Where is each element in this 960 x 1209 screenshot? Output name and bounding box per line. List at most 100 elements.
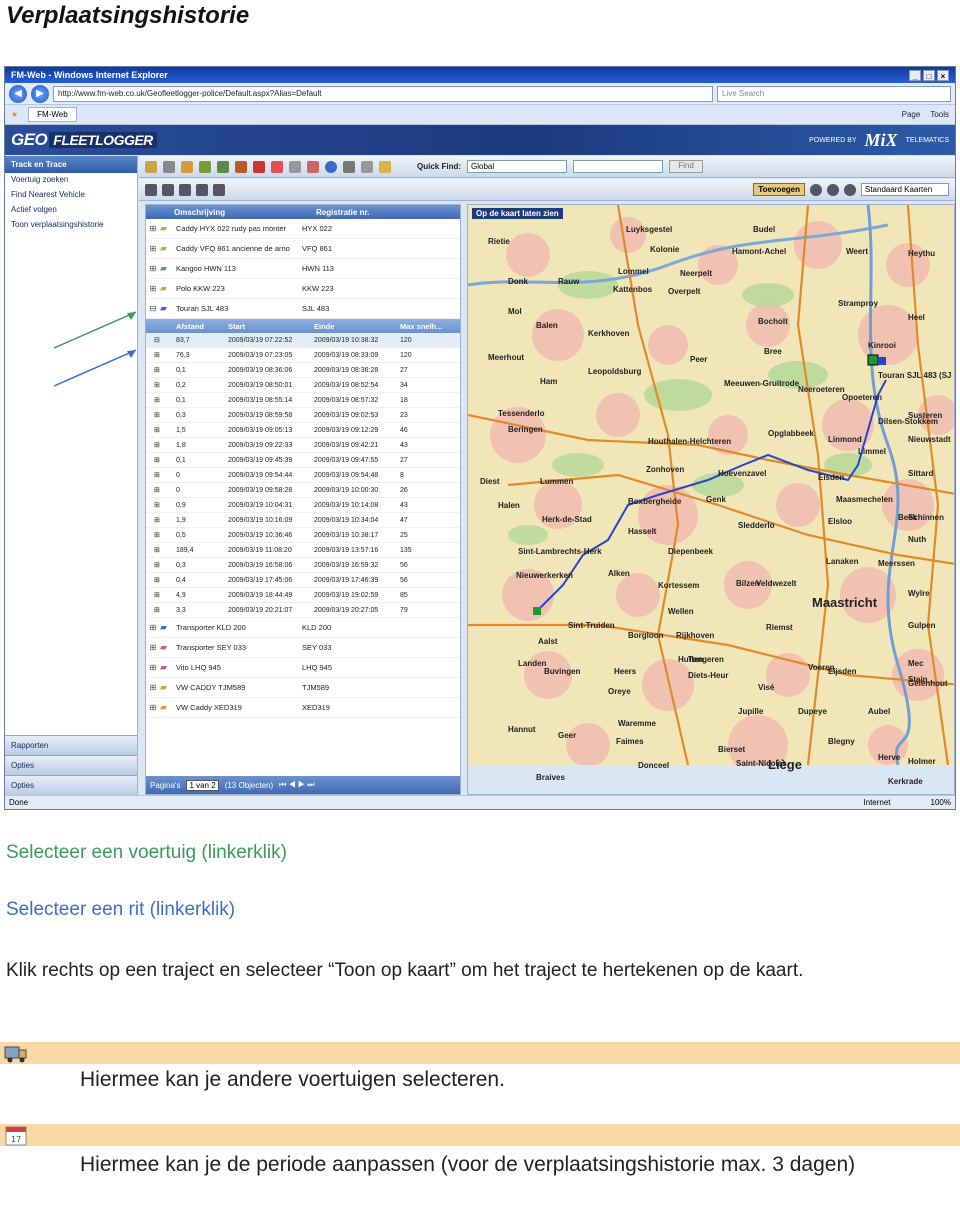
trip-expand-icon[interactable]: ⊞ [146,501,176,509]
expand-icon[interactable]: ⊞ [146,623,160,632]
forward-icon[interactable]: ▶ [31,84,49,103]
page-select[interactable]: 1 van 2 [186,779,219,791]
trip-row[interactable]: ⊞ 76,3 2009/03/19 07:23:05 2009/03/19 08:33… [146,348,460,363]
trip-row[interactable]: ⊞ 0,1 2009/03/19 09:45:39 2009/03/19 09:47:… [146,453,460,468]
col-einde[interactable]: Einde [314,322,400,331]
tab-fm-web[interactable]: FM-Web [28,107,77,122]
expand-icon[interactable]: ⊞ [146,643,160,652]
trip-expand-icon[interactable]: ⊞ [146,366,176,374]
grid-icon[interactable] [163,160,175,173]
col-omschrijving[interactable]: Omschrijving [174,208,316,217]
trip-row[interactable]: ⊞ 0,3 2009/03/19 16:58:06 2009/03/19 16:59:… [146,558,460,573]
stop-icon[interactable] [179,183,191,196]
trip-row[interactable]: ⊞ 0,9 2009/03/19 10:04:31 2009/03/19 10:14:… [146,498,460,513]
minimize-icon[interactable]: _ [909,69,921,81]
trip-expand-icon[interactable]: ⊞ [146,531,176,539]
page-menu[interactable]: Page [902,110,921,119]
back-icon[interactable]: ◀ [9,84,27,103]
upload-icon[interactable] [289,160,301,173]
vehicle-row[interactable]: ⊞ ▰ VW CADDY TJM589 TJM589 [146,678,460,698]
trip-row[interactable]: ⊞ 0,1 2009/03/19 08:36:06 2009/03/19 08:36:… [146,363,460,378]
track-trace-header[interactable]: Track en Trace [5,156,137,173]
trip-expand-icon[interactable]: ⊞ [146,411,176,419]
trip-row[interactable]: ⊞ 0 2009/03/19 09:54:44 2009/03/19 09:54:48… [146,468,460,483]
trip-row[interactable]: ⊞ 1,5 2009/03/19 09:05:13 2009/03/19 09:12:… [146,423,460,438]
alert-icon[interactable] [253,160,265,173]
vehicle-row[interactable]: ⊞ ▰ Polo KKW 223 KKW 223 [146,279,460,299]
trip-row[interactable]: ⊞ 1,9 2009/03/19 10:16:09 2009/03/19 10:34:… [146,513,460,528]
expand-icon[interactable]: ⊞ [146,224,160,233]
trip-expand-icon[interactable]: ⊞ [146,591,176,599]
expand-icon[interactable]: ⊟ [146,304,160,313]
vehicle-row[interactable]: ⊞ ▰ Vito LHQ 945 LHQ 945 [146,658,460,678]
zoom-out-icon[interactable] [827,183,839,196]
map-panel[interactable]: Op de kaart laten zien Luyksgestel Budel K… [467,204,955,795]
menu-opties-1[interactable]: Opties [5,755,137,775]
menu-rapporten[interactable]: Rapporten [5,735,137,755]
vehicle-row[interactable]: ⊟ ▰ Touran SJL 483 SJL 483 [146,299,460,319]
tools-menu[interactable]: Tools [930,110,949,119]
trip-expand-icon[interactable]: ⊞ [146,546,176,554]
trip-expand-icon[interactable]: ⊞ [146,576,176,584]
expand-icon[interactable]: ⊞ [146,683,160,692]
col-registratie[interactable]: Registratie nr. [316,208,369,217]
trip-expand-icon[interactable]: ⊞ [146,351,176,359]
trip-expand-icon[interactable]: ⊞ [146,471,176,479]
trip-row[interactable]: ⊟ 83,7 2009/03/19 07:22:52 2009/03/19 10:38… [146,333,460,348]
search-input[interactable]: Live Search [717,85,951,102]
trip-expand-icon[interactable]: ⊞ [146,396,176,404]
quick-find-input[interactable] [573,160,663,173]
expand-icon[interactable]: ⊞ [146,264,160,273]
trip-expand-icon[interactable]: ⊞ [146,426,176,434]
trip-row[interactable]: ⊞ 0,2 2009/03/19 08:50:01 2009/03/19 08:52:… [146,378,460,393]
menu-actief-volgen[interactable]: Actief volgen [5,203,137,218]
quick-find-select[interactable]: Global [467,160,567,173]
maximize-icon[interactable]: □ [923,69,935,81]
toevoegen-button[interactable]: Toevoegen [753,183,805,196]
trip-expand-icon[interactable]: ⊞ [146,381,176,389]
trip-row[interactable]: ⊞ 189,4 2009/03/19 11:08:20 2009/03/19 13:5… [146,543,460,558]
trip-expand-icon[interactable]: ⊟ [146,336,176,344]
vehicle-row[interactable]: ⊞ ▰ Transporter SEY 033 SEY 033 [146,638,460,658]
close-icon[interactable]: × [937,69,949,81]
settings-icon[interactable] [196,183,208,196]
play-icon[interactable] [162,183,174,196]
trip-row[interactable]: ⊞ 0,3 2009/03/19 08:59:58 2009/03/19 09:02:… [146,408,460,423]
refresh-icon[interactable] [307,160,319,173]
trip-row[interactable]: ⊞ 3,3 2009/03/19 20:21:07 2009/03/19 20:27:… [146,603,460,618]
pager-nav-icon[interactable]: ⏮ ◀ ▶ ⏭ [279,780,314,790]
driver-icon[interactable] [217,160,229,173]
trip-expand-icon[interactable]: ⊞ [146,516,176,524]
trip-row[interactable]: ⊞ 4,9 2009/03/19 18:44:49 2009/03/19 19:02:… [146,588,460,603]
vehicle-icon[interactable] [181,160,193,173]
vehicle-row[interactable]: ⊞ ▰ Caddy HYX 022 rudy pas monter HYX 022 [146,219,460,239]
expand-icon[interactable]: ⊞ [146,703,160,712]
url-field[interactable]: http://www.fm-web.co.uk/Geofleetlogger-p… [53,85,713,102]
trip-expand-icon[interactable]: ⊞ [146,606,176,614]
expand-icon[interactable]: ⊞ [146,244,160,253]
trip-expand-icon[interactable]: ⊞ [146,561,176,569]
list-icon[interactable] [145,183,157,196]
col-start[interactable]: Start [228,322,314,331]
status-zoom[interactable]: 100% [931,798,951,807]
trip-row[interactable]: ⊞ 0,1 2009/03/19 08:55:14 2009/03/19 08:57:… [146,393,460,408]
map-type-select[interactable]: Standaard Kaarten [861,183,949,196]
menu-toon-historie[interactable]: Toon verplaatsingshistorie [5,218,137,233]
trip-row[interactable]: ⊞ 0 2009/03/19 09:58:28 2009/03/19 10:00:30… [146,483,460,498]
truck-icon[interactable] [199,160,211,173]
menu-voertuig-zoeken[interactable]: Voertuig zoeken [5,173,137,188]
expand-icon[interactable]: ⊞ [146,284,160,293]
col-afstand[interactable]: Afstand [176,322,228,331]
vehicle-row[interactable]: ⊞ ▰ Transporter KLD 200 KLD 200 [146,618,460,638]
trip-row[interactable]: ⊞ 0,4 2009/03/19 17:45:06 2009/03/19 17:46:… [146,573,460,588]
network-icon[interactable] [213,183,225,196]
trip-row[interactable]: ⊞ 1,8 2009/03/19 09:22:33 2009/03/19 09:42:… [146,438,460,453]
favorites-icon[interactable]: ★ [11,110,18,119]
trip-expand-icon[interactable]: ⊞ [146,456,176,464]
trip-expand-icon[interactable]: ⊞ [146,486,176,494]
col-max-snelheid[interactable]: Max snelh... [400,322,460,331]
print-icon[interactable] [343,160,355,173]
home-icon[interactable] [145,160,157,173]
trip-row[interactable]: ⊞ 0,5 2009/03/19 10:36:46 2009/03/19 10:38:… [146,528,460,543]
help-icon[interactable] [325,160,337,173]
